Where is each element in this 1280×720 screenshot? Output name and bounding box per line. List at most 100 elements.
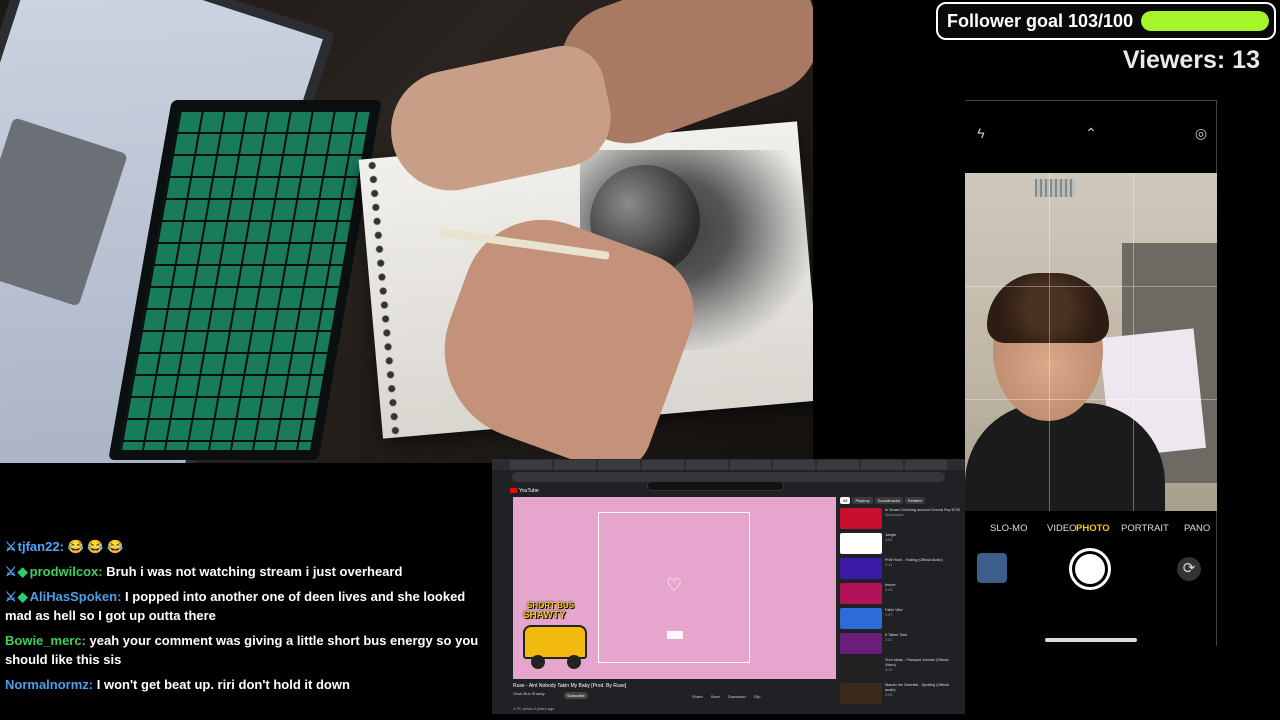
follower-goal-bar <box>1141 11 1270 31</box>
ceiling-vent <box>1035 179 1075 197</box>
browser-tab[interactable] <box>729 460 772 470</box>
recommended-video[interactable]: Mariah the Scientist - Spoiling (Officia… <box>840 683 960 706</box>
chat-message: Bowie_merc: yeah your comment was giving… <box>5 633 479 667</box>
mode-photo[interactable]: PHOTO <box>1076 523 1110 534</box>
browser-tab[interactable] <box>861 460 904 470</box>
follower-goal-label: Follower goal 103/100 <box>947 10 1134 31</box>
heart-icon: ♡ <box>666 575 683 595</box>
chip-related[interactable]: Related <box>904 497 925 504</box>
mode-video[interactable]: VIDEO <box>1047 523 1077 534</box>
recommended-video-title[interactable]: Mariah the Scientist - Spoiling (Officia… <box>885 683 960 693</box>
browser-tabs <box>492 459 965 470</box>
follower-goal-widget: Follower goal 103/100 <box>936 2 1276 40</box>
video-thumbnail[interactable] <box>840 558 882 579</box>
chevron-up-icon[interactable]: ⌃ <box>1083 125 1099 141</box>
recommended-video[interactable]: Fallin Vibe 1:27 <box>840 608 960 631</box>
chip-all[interactable]: All <box>840 497 851 504</box>
sword-badge-icon: ⚔ <box>5 539 17 554</box>
clip-button[interactable]: Clip <box>754 694 761 699</box>
shutter-button[interactable] <box>1069 548 1111 590</box>
youtube-search-input[interactable] <box>647 481 784 491</box>
recommended-video[interactable]: Phill Hook - Fading (Official Audio) 2:11 <box>840 558 960 581</box>
recommended-video-info: Sponsored <box>885 513 904 517</box>
diamond-badge-icon: ◆ <box>17 589 28 604</box>
chat-username[interactable]: Normalnormz <box>5 677 89 692</box>
chat-username[interactable]: prodwilcox <box>30 564 99 579</box>
chat-username[interactable]: AliHasSpoken <box>30 589 117 604</box>
video-thumbnail[interactable] <box>840 633 882 654</box>
video-thumbnail[interactable] <box>840 683 882 704</box>
chip-playboy[interactable]: Playboy <box>852 497 873 504</box>
chat-username[interactable]: Bowie_merc <box>5 633 82 648</box>
short-bus-shawty-logo: SHORT BUS SHAWTY <box>519 601 591 671</box>
browser-window: YouTube ♡ SHORT BUS SHAWTY Ruse - Aint N… <box>492 459 965 714</box>
phone-camera-feed: ϟ ⌃ ◎ SLO-MO VIDEO PHOTO PORTRAIT PANO ⟳ <box>965 100 1217 646</box>
chat-text: 😂 😂 😂 <box>67 539 124 554</box>
video-thumbnail[interactable] <box>840 583 882 604</box>
video-thumbnail[interactable] <box>840 508 882 529</box>
share-button[interactable]: Share <box>692 694 703 699</box>
filter-chips: All Playboy Soundtracks Related <box>840 497 960 504</box>
drawing-webcam-feed <box>0 0 813 463</box>
recommended-video-info: 3:10 <box>885 668 893 672</box>
browser-tab[interactable] <box>685 460 728 470</box>
chat-username[interactable]: tjfan22 <box>18 539 60 554</box>
browser-tab[interactable] <box>641 460 684 470</box>
recommended-video-meta: It Takes Time 2:01 <box>885 633 907 656</box>
recommended-video-meta: Fallin Vibe 1:27 <box>885 608 903 631</box>
chat-message: ⚔◆ AliHasSpoken: I popped into another on… <box>5 589 466 623</box>
recommended-video-meta: Jangle 4:00 <box>885 533 896 556</box>
recommended-video[interactable]: Jangle 4:00 <box>840 533 960 556</box>
subscribe-button[interactable]: Subscribe <box>564 692 588 699</box>
browser-tab[interactable] <box>597 460 640 470</box>
save-button[interactable]: Save <box>711 694 720 699</box>
recommended-video-info: 2:43 <box>885 588 893 592</box>
home-indicator <box>1045 638 1137 642</box>
recommended-video[interactable]: butner 2:43 <box>840 583 960 606</box>
mode-portrait[interactable]: PORTRAIT <box>1121 523 1169 534</box>
recommended-video[interactable]: Soul Ideas - Passport Jumbie (Official V… <box>840 658 960 681</box>
mode-slo-mo[interactable]: SLO-MO <box>990 523 1027 534</box>
chip-soundtracks[interactable]: Soundtracks <box>874 497 903 504</box>
flip-camera-icon[interactable]: ⟳ <box>1177 557 1201 581</box>
recommended-video-meta: Is Smart Checking account Gonna Pay $700… <box>885 508 960 531</box>
sword-badge-icon: ⚔ <box>5 564 17 579</box>
recommended-video[interactable]: Is Smart Checking account Gonna Pay $700… <box>840 508 960 531</box>
video-views: 4.7K views 6 years ago <box>513 706 555 711</box>
recommended-video[interactable]: It Takes Time 2:01 <box>840 633 960 656</box>
recommended-video-title[interactable]: Phill Hook - Fading (Official Audio) <box>885 558 943 563</box>
sword-badge-icon: ⚔ <box>5 589 17 604</box>
viewer-count: Viewers: 13 <box>1122 46 1260 74</box>
flash-off-icon[interactable]: ϟ <box>973 125 989 141</box>
artwork-box <box>667 631 683 639</box>
recommended-video-meta: Phill Hook - Fading (Official Audio) 2:11 <box>885 558 943 581</box>
chat-text: I won't get beat up. riri don't hold it … <box>96 677 350 692</box>
recommended-video-info: 4:00 <box>885 538 893 542</box>
mode-pano[interactable]: PANO <box>1184 523 1210 534</box>
video-player[interactable]: ♡ SHORT BUS SHAWTY <box>513 497 836 679</box>
channel-name[interactable]: Short Bus Shawty <box>513 691 545 696</box>
person-hair <box>987 273 1109 343</box>
browser-tab[interactable] <box>817 460 860 470</box>
camera-mode-selector[interactable]: SLO-MO VIDEO PHOTO PORTRAIT PANO <box>965 523 1216 541</box>
live-photo-icon[interactable]: ◎ <box>1193 125 1209 141</box>
recommended-video-title[interactable]: Soul Ideas - Passport Jumbie (Official V… <box>885 658 960 668</box>
video-thumbnail[interactable] <box>840 533 882 554</box>
video-thumbnail[interactable] <box>840 608 882 629</box>
chat-message: ⚔◆ prodwilcox: Bruh i was not watching st… <box>5 564 403 579</box>
recommended-video-info: 1:27 <box>885 613 893 617</box>
browser-tab[interactable] <box>773 460 816 470</box>
recommended-video-info: 2:01 <box>885 638 893 642</box>
download-button[interactable]: Download <box>728 694 746 699</box>
follower-goal-fill <box>1141 11 1270 31</box>
chat-message: ⚔tjfan22: 😂 😂 😂 <box>5 539 124 554</box>
browser-tab[interactable] <box>553 460 596 470</box>
video-title: Ruse - Aint Nobody Takin My Baby [Prod. … <box>513 683 627 689</box>
browser-tab[interactable] <box>510 460 552 470</box>
browser-tab[interactable] <box>905 460 948 470</box>
recommended-video-meta: Mariah the Scientist - Spoiling (Officia… <box>885 683 960 706</box>
recommended-video-meta: Soul Ideas - Passport Jumbie (Official V… <box>885 658 960 681</box>
last-photo-thumbnail[interactable] <box>977 553 1007 583</box>
youtube-logo[interactable]: YouTube <box>510 488 539 494</box>
video-thumbnail[interactable] <box>840 658 882 679</box>
